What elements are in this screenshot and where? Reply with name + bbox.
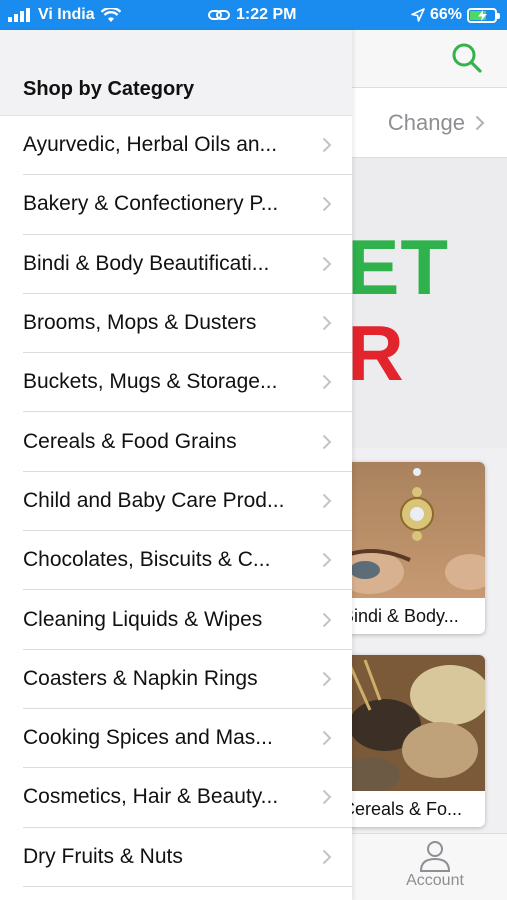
category-label: Buckets, Mugs & Storage... bbox=[23, 370, 278, 394]
chevron-right-icon bbox=[322, 790, 332, 805]
status-right: 66% bbox=[411, 0, 500, 30]
status-center: 1:22 PM bbox=[208, 0, 296, 30]
category-item-cosmetics[interactable]: Cosmetics, Hair & Beauty... bbox=[23, 768, 352, 828]
account-person-icon bbox=[419, 841, 451, 872]
chevron-right-icon bbox=[322, 434, 332, 449]
chevron-right-icon bbox=[322, 256, 332, 271]
tab-account-label: Account bbox=[406, 872, 464, 889]
category-label: Coasters & Napkin Rings bbox=[23, 666, 258, 690]
clock-time: 1:22 PM bbox=[236, 6, 297, 23]
cereals-product-image bbox=[330, 655, 485, 793]
status-left: Vi India bbox=[8, 0, 121, 30]
carrier-name: Vi India bbox=[38, 6, 95, 23]
chevron-right-icon bbox=[322, 375, 332, 390]
chevron-right-icon bbox=[322, 612, 332, 627]
category-label: Chocolates, Biscuits & C... bbox=[23, 548, 271, 572]
location-arrow-icon bbox=[411, 8, 425, 22]
category-item-bindi[interactable]: Bindi & Body Beautificati... bbox=[23, 235, 352, 294]
category-item-cleaning[interactable]: Cleaning Liquids & Wipes bbox=[23, 590, 352, 650]
chevron-right-icon bbox=[322, 315, 332, 331]
change-location-button[interactable]: Change bbox=[388, 110, 485, 136]
category-label: Dry Fruits & Nuts bbox=[23, 844, 183, 868]
battery-percent: 66% bbox=[429, 6, 462, 23]
chevron-right-icon bbox=[322, 197, 332, 212]
category-item-bakery[interactable]: Bakery & Confectionery P... bbox=[23, 175, 352, 235]
category-item-brooms[interactable]: Brooms, Mops & Dusters bbox=[23, 294, 352, 354]
category-item-cooking-spices[interactable]: Cooking Spices and Mas... bbox=[23, 709, 352, 769]
category-label: Ayurvedic, Herbal Oils an... bbox=[23, 133, 278, 157]
chevron-right-icon bbox=[322, 849, 332, 864]
battery-charging-icon bbox=[467, 7, 500, 23]
category-label: Bakery & Confectionery P... bbox=[23, 192, 279, 216]
category-label: Cereals & Food Grains bbox=[23, 429, 237, 453]
category-label: Cooking Spices and Mas... bbox=[23, 726, 273, 750]
chevron-right-icon bbox=[322, 137, 332, 153]
card-label: Cereals & Fo... bbox=[342, 798, 463, 819]
category-item-coasters[interactable]: Coasters & Napkin Rings bbox=[23, 650, 352, 709]
drawer-title: Shop by Category bbox=[23, 78, 195, 100]
card-label: Bindi & Body... bbox=[342, 605, 459, 626]
category-label: Cosmetics, Hair & Beauty... bbox=[23, 785, 279, 809]
category-label: Child and Baby Care Prod... bbox=[23, 488, 285, 512]
category-card-cereals[interactable]: Cereals & Fo... bbox=[330, 655, 485, 827]
search-button[interactable] bbox=[449, 40, 485, 76]
category-list: Ayurvedic, Herbal Oils an... Bakery & Co… bbox=[0, 116, 352, 887]
category-item-child-baby-care[interactable]: Child and Baby Care Prod... bbox=[23, 472, 352, 532]
chevron-right-icon bbox=[322, 730, 332, 746]
bindi-product-image bbox=[330, 462, 485, 598]
category-item-chocolates[interactable]: Chocolates, Biscuits & C... bbox=[23, 531, 352, 591]
link-icon bbox=[208, 10, 230, 20]
category-card-bindi[interactable]: Bindi & Body... bbox=[330, 462, 485, 634]
signal-bars-icon bbox=[8, 8, 30, 22]
chevron-right-icon bbox=[322, 493, 332, 509]
category-label: Bindi & Body Beautificati... bbox=[23, 251, 270, 275]
category-label: Cleaning Liquids & Wipes bbox=[23, 607, 263, 631]
category-item-ayurvedic[interactable]: Ayurvedic, Herbal Oils an... bbox=[23, 116, 352, 176]
category-drawer: Shop by Category Ayurvedic, Herbal Oils … bbox=[0, 30, 352, 900]
tab-account[interactable]: Account bbox=[395, 840, 475, 890]
charging-bolt-icon bbox=[478, 9, 487, 21]
status-bar: Vi India 1:22 PM 66% bbox=[0, 0, 507, 30]
wifi-icon bbox=[100, 7, 121, 22]
chevron-right-icon bbox=[475, 115, 485, 131]
chevron-right-icon bbox=[322, 671, 332, 687]
category-item-dry-fruits[interactable]: Dry Fruits & Nuts bbox=[23, 828, 352, 887]
category-label: Brooms, Mops & Dusters bbox=[23, 311, 257, 335]
search-icon bbox=[452, 43, 482, 73]
category-item-buckets[interactable]: Buckets, Mugs & Storage... bbox=[23, 353, 352, 413]
category-item-cereals[interactable]: Cereals & Food Grains bbox=[23, 412, 352, 472]
chevron-right-icon bbox=[322, 553, 332, 568]
drawer-header: Shop by Category bbox=[0, 30, 352, 116]
change-location-label: Change bbox=[387, 110, 465, 135]
